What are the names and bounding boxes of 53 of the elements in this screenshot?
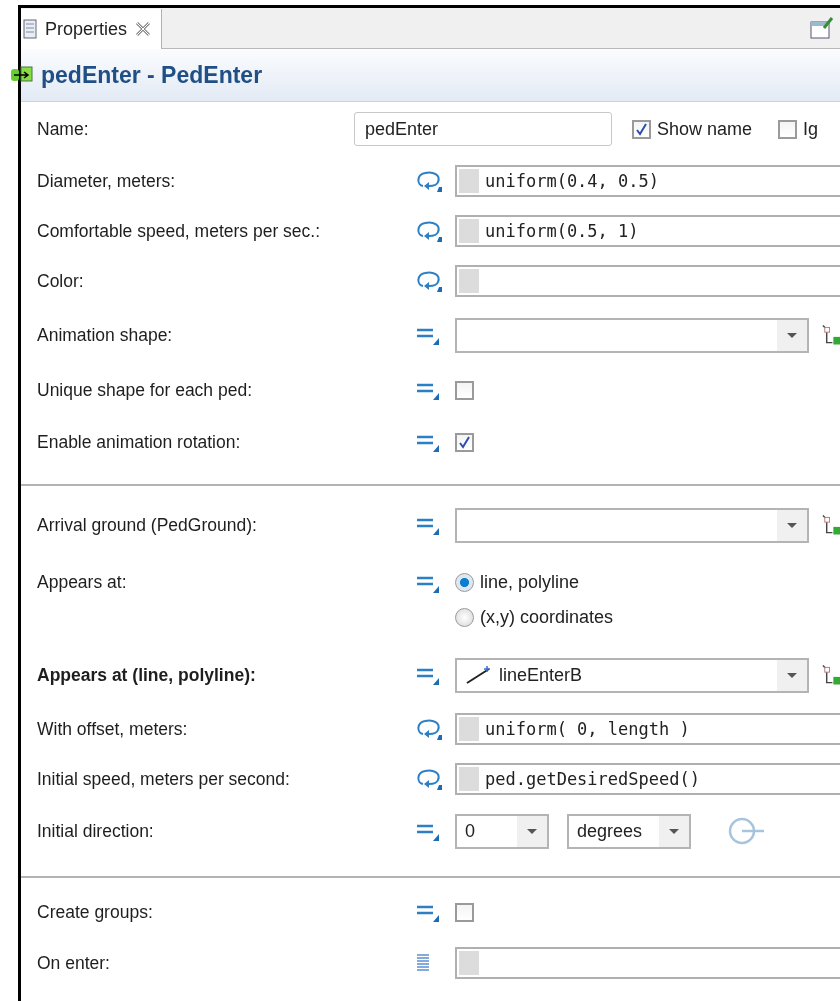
field-label: Color: <box>37 270 85 292</box>
loop-arrow-icon[interactable] <box>415 219 443 243</box>
field-label: On enter: <box>37 952 111 974</box>
loop-arrow-icon[interactable] <box>415 717 443 741</box>
caret-icon <box>526 827 538 835</box>
shape-picker-icon[interactable] <box>821 513 840 537</box>
field-label: With offset, meters: <box>37 718 189 740</box>
panel-title: pedEnter - PedEnter <box>41 61 263 89</box>
caret-icon <box>786 331 798 339</box>
field-label: Arrival ground (PedGround): <box>37 514 258 536</box>
caret-icon <box>786 671 798 679</box>
caret-icon <box>786 521 798 529</box>
document-icon <box>23 19 37 39</box>
loop-arrow-icon[interactable] <box>415 269 443 293</box>
properties-tab[interactable]: Properties <box>21 9 163 49</box>
direction-dropdown[interactable]: 0 <box>455 813 549 849</box>
radio-option[interactable]: (x,y) coordinates <box>455 607 614 628</box>
dropdown[interactable]: lineEnterB <box>455 657 809 693</box>
checkbox[interactable] <box>778 119 798 139</box>
unit-dropdown[interactable]: degrees <box>567 813 691 849</box>
checkbox[interactable] <box>455 380 474 400</box>
loop-arrow-icon[interactable] <box>415 169 443 193</box>
checkbox[interactable] <box>632 119 651 139</box>
expression-field[interactable]: uniform(0.5, 1) <box>455 215 840 247</box>
pin-window-icon[interactable] <box>810 16 836 40</box>
field-label: Diameter, meters: <box>37 170 177 192</box>
field-label: Initial speed, meters per second: <box>37 768 291 790</box>
name-field[interactable]: pedEnter <box>354 112 612 146</box>
expression-field[interactable] <box>455 947 840 979</box>
shape-picker-icon[interactable] <box>821 663 840 687</box>
expression-field[interactable] <box>455 265 840 297</box>
expression-field[interactable]: uniform( 0, length ) <box>455 713 840 745</box>
field-label: Enable animation rotation: <box>37 431 242 453</box>
field-label: Name: <box>37 118 90 140</box>
field-label: Comfortable speed, meters per sec.: <box>37 220 322 242</box>
expression-field[interactable]: uniform(0.4, 0.5) <box>455 165 840 197</box>
loop-arrow-icon[interactable] <box>415 767 443 791</box>
checkbox-option[interactable]: Ig <box>778 118 819 140</box>
field-label: Appears at: <box>37 572 128 593</box>
field-label: Initial direction: <box>37 820 155 842</box>
caret-icon <box>668 827 680 835</box>
checkbox-option[interactable]: Show name <box>632 118 753 140</box>
shape-picker-icon[interactable] <box>821 323 840 347</box>
line-icon <box>465 665 493 685</box>
field-label: Appears at (line, polyline): <box>37 664 257 686</box>
field-label: Create groups: <box>37 901 154 923</box>
field-label: Unique shape for each ped: <box>37 379 254 401</box>
field-label: Animation shape: <box>37 324 174 346</box>
radio-option[interactable]: line, polyline <box>455 572 614 593</box>
checkbox[interactable] <box>455 902 474 922</box>
expression-field[interactable]: ped.getDesiredSpeed() <box>455 763 840 795</box>
close-icon[interactable] <box>135 21 152 37</box>
checkbox[interactable] <box>455 432 474 452</box>
